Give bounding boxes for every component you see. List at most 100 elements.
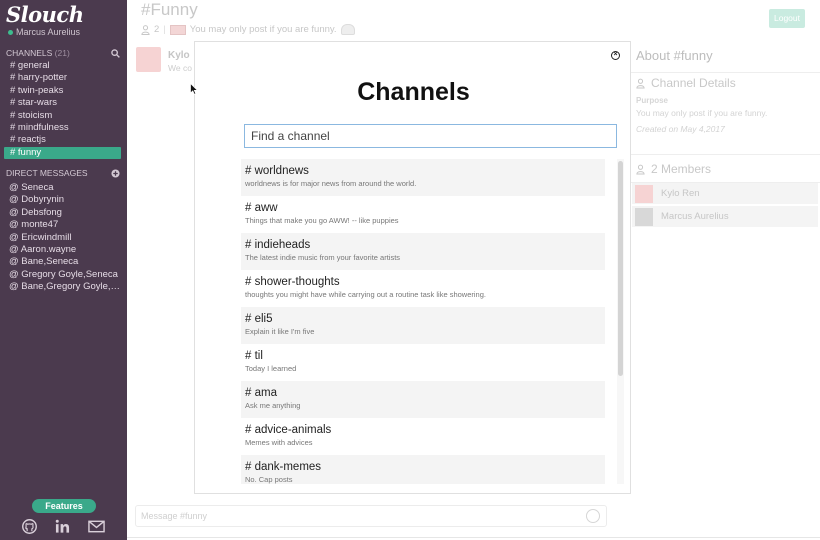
- members-heading[interactable]: 2 Members: [636, 162, 711, 176]
- divider: [630, 154, 820, 155]
- unicorn-emoji-icon: [340, 24, 355, 35]
- dm-item-gregory-goyle-seneca[interactable]: @ Gregory Goyle,Seneca: [0, 269, 127, 281]
- sidebar: Slouch Marcus Aurelius CHANNELS (21) # g…: [0, 0, 127, 540]
- sidebar-item-mindfulness[interactable]: # mindfulness: [0, 122, 127, 134]
- member-row[interactable]: Marcus Aurelius: [632, 206, 818, 227]
- sidebar-item-reactjs[interactable]: # reactjs: [0, 134, 127, 146]
- member-name: Kylo Ren: [661, 188, 700, 199]
- member-name: Marcus Aurelius: [661, 211, 729, 222]
- github-icon[interactable]: [20, 518, 38, 534]
- channel-name: # dank-memes: [245, 461, 322, 473]
- current-user[interactable]: Marcus Aurelius: [8, 27, 80, 37]
- about-panel: About #funny Channel Details Purpose You…: [630, 40, 820, 540]
- channel-description: thoughts you might have while carrying o…: [245, 290, 486, 299]
- add-dm-icon[interactable]: [111, 168, 120, 178]
- divider: |: [163, 24, 166, 35]
- message-input[interactable]: Message #funny: [135, 505, 607, 527]
- list-item[interactable]: # ama Ask me anything: [241, 381, 605, 418]
- avatar: [635, 207, 653, 226]
- dm-label[interactable]: DIRECT MESSAGES: [6, 168, 88, 178]
- channels-header: CHANNELS (21): [6, 48, 120, 58]
- member-count[interactable]: 2: [154, 24, 159, 35]
- channel-subheader: 2 | You may only post if you are funny.: [141, 24, 355, 35]
- close-icon[interactable]: ×: [611, 51, 620, 60]
- scrollbar-thumb[interactable]: [618, 161, 623, 376]
- channel-name: # indieheads: [245, 239, 311, 251]
- online-status-icon: [8, 29, 13, 35]
- sidebar-item-twin-peaks[interactable]: # twin-peaks: [0, 85, 127, 97]
- sidebar-item-general[interactable]: # general: [0, 60, 127, 72]
- channel-description: The latest indie music from your favorit…: [245, 253, 401, 262]
- about-title: About #funny: [636, 48, 713, 63]
- members-icon[interactable]: [141, 24, 150, 35]
- channel-description: Explain it like I'm five: [245, 327, 315, 336]
- flag-emoji-icon: [169, 24, 186, 35]
- sidebar-item-harry-potter[interactable]: # harry-potter: [0, 72, 127, 84]
- modal-title: Channels: [357, 78, 470, 106]
- features-button[interactable]: Features: [32, 499, 96, 513]
- channel-list: # general # harry-potter # twin-peaks # …: [0, 60, 127, 160]
- channels-count: (21): [54, 48, 70, 58]
- channels-modal: × Channels Find a channel # worldnews wo…: [194, 41, 631, 494]
- emoji-picker-icon[interactable]: [586, 509, 600, 523]
- purpose-label: Purpose: [636, 96, 669, 105]
- member-row[interactable]: Kylo Ren: [632, 183, 818, 204]
- logout-button[interactable]: Logout: [769, 9, 805, 28]
- sidebar-item-stoicism[interactable]: # stoicism: [0, 110, 127, 122]
- channel-description: Today I learned: [245, 364, 297, 373]
- channel-name: # eli5: [245, 313, 273, 325]
- channel-details-heading[interactable]: Channel Details: [636, 76, 736, 90]
- linkedin-icon[interactable]: [53, 518, 71, 534]
- channel-description: No. Cap posts: [245, 475, 293, 484]
- sidebar-item-funny[interactable]: # funny: [4, 146, 121, 160]
- list-item[interactable]: # advice-animals Memes with advices: [241, 418, 605, 455]
- list-item[interactable]: # til Today I learned: [241, 344, 605, 381]
- channels-label[interactable]: CHANNELS: [6, 48, 52, 58]
- channel-title: #Funny: [141, 0, 198, 19]
- dm-item-seneca[interactable]: @ Seneca: [0, 182, 127, 194]
- dm-item-bane-seneca[interactable]: @ Bane,Seneca: [0, 256, 127, 268]
- list-item[interactable]: # aww Things that make you go AWW! -- li…: [241, 196, 605, 233]
- channel-name: # ama: [245, 387, 277, 399]
- channel-name: # aww: [245, 202, 278, 214]
- channel-description: Memes with advices: [245, 438, 313, 447]
- message-author[interactable]: Kylo: [168, 50, 190, 61]
- channel-purpose: You may only post if you are funny.: [189, 24, 337, 35]
- mail-icon[interactable]: [87, 518, 105, 534]
- message-text: We co: [168, 63, 192, 73]
- channel-details-label: Channel Details: [651, 76, 736, 90]
- channel-description: worldnews is for major news from around …: [245, 179, 417, 188]
- list-item[interactable]: # indieheads The latest indie music from…: [241, 233, 605, 270]
- channel-name: # til: [245, 350, 263, 362]
- dm-item-debsfong[interactable]: @ Debsfong: [0, 207, 127, 219]
- avatar: [635, 184, 653, 203]
- avatar: [136, 47, 161, 72]
- dm-header: DIRECT MESSAGES: [6, 168, 120, 178]
- list-item[interactable]: # shower-thoughts thoughts you might hav…: [241, 270, 605, 307]
- dm-item-dobyrynin[interactable]: @ Dobyrynin: [0, 194, 127, 206]
- find-channel-input[interactable]: Find a channel: [244, 124, 617, 148]
- user-icon: [636, 164, 645, 174]
- divider: [630, 72, 820, 73]
- purpose-text: You may only post if you are funny.: [636, 108, 768, 118]
- channel-description: Things that make you go AWW! -- like pup…: [245, 216, 399, 225]
- search-icon[interactable]: [111, 48, 120, 58]
- channel-browse-list: # worldnews worldnews is for major news …: [241, 159, 605, 484]
- members-label: 2 Members: [651, 162, 712, 176]
- dm-item-monte47[interactable]: @ monte47: [0, 219, 127, 231]
- channel-name: # shower-thoughts: [245, 276, 340, 288]
- channel-description: Ask me anything: [245, 401, 301, 410]
- app-logo[interactable]: Slouch: [6, 2, 84, 27]
- dm-list: @ Seneca @ Dobyrynin @ Debsfong @ monte4…: [0, 182, 127, 294]
- channel-name: # advice-animals: [245, 424, 332, 436]
- list-item[interactable]: # worldnews worldnews is for major news …: [241, 159, 605, 196]
- dm-item-aaron-wayne[interactable]: @ Aaron.wayne: [0, 244, 127, 256]
- created-date: Created on May 4,2017: [636, 124, 725, 134]
- sidebar-item-star-wars[interactable]: # star-wars: [0, 97, 127, 109]
- mouse-cursor-icon: [190, 83, 198, 95]
- dm-item-bane-gregory-goyle-mik[interactable]: @ Bane,Gregory Goyle,MIK...: [0, 281, 127, 293]
- list-item[interactable]: # eli5 Explain it like I'm five: [241, 307, 605, 344]
- dm-item-ericwindmill[interactable]: @ Ericwindmill: [0, 232, 127, 244]
- list-item[interactable]: # dank-memes No. Cap posts: [241, 455, 605, 484]
- current-user-name: Marcus Aurelius: [16, 27, 81, 37]
